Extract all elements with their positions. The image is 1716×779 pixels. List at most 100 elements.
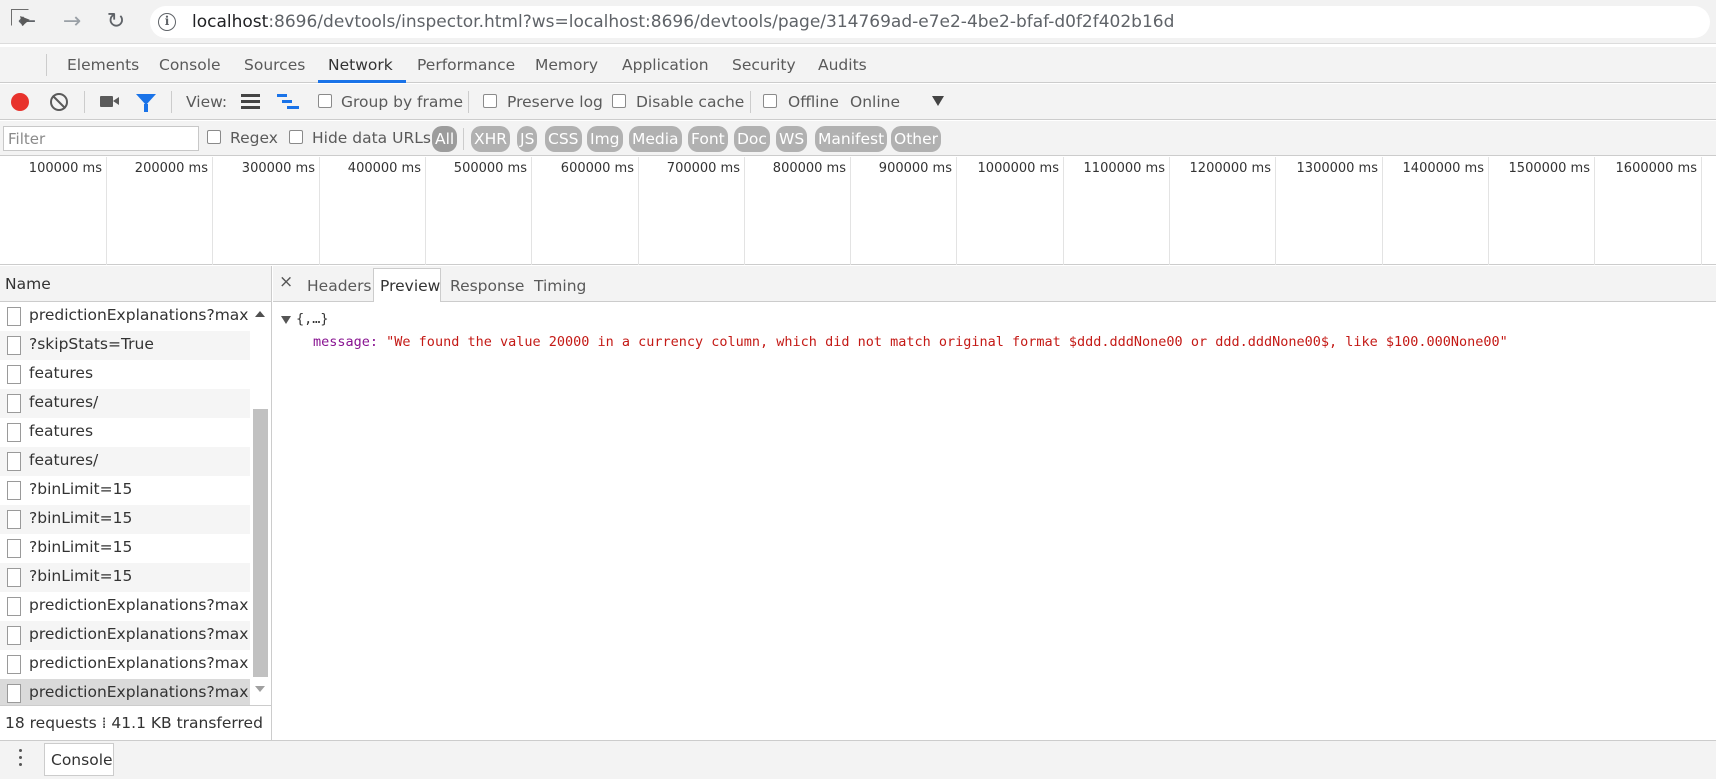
filter-type-js[interactable]: JS	[517, 126, 538, 152]
table-row[interactable]: predictionExplanations?maxCodes=3	[0, 650, 250, 679]
filter-type-css[interactable]: CSS	[545, 126, 582, 152]
expand-triangle-icon[interactable]	[281, 316, 291, 324]
table-row[interactable]: features	[0, 360, 250, 389]
timeline-tick-label: 1400000 ms	[1402, 161, 1484, 176]
group-by-frame-checkbox[interactable]	[318, 94, 332, 108]
toolbar-separator	[750, 91, 751, 113]
filter-input[interactable]	[3, 126, 199, 151]
tab-performance[interactable]: Performance	[417, 56, 515, 74]
request-name: features/	[29, 451, 99, 469]
tab-timing[interactable]: Timing	[534, 277, 586, 295]
filter-type-manifest[interactable]: Manifest	[815, 126, 888, 152]
throttling-select[interactable]: Online	[850, 93, 900, 111]
drawer-tab-console[interactable]: Console	[44, 743, 114, 776]
disable-cache-checkbox[interactable]	[612, 94, 626, 108]
table-row[interactable]: ?binLimit=15	[0, 563, 250, 592]
table-row[interactable]: predictionExplanations?maxCodes=3	[0, 621, 250, 650]
regex-checkbox[interactable]	[207, 130, 221, 144]
request-name: predictionExplanations?maxCodes=3	[29, 625, 249, 643]
network-summary-bar: 18 requests ⁞ 41.1 KB transferred	[0, 705, 272, 740]
timeline-tick-label: 700000 ms	[666, 161, 740, 176]
hide-data-urls-checkbox[interactable]	[289, 130, 303, 144]
chevron-down-icon[interactable]	[932, 96, 944, 106]
tab-memory[interactable]: Memory	[535, 56, 598, 74]
table-row[interactable]: ?binLimit=15	[0, 534, 250, 563]
name-column-header[interactable]: Name	[0, 266, 272, 302]
tab-network[interactable]: Network	[328, 56, 393, 74]
request-file-icon	[7, 655, 21, 674]
timeline-gridline	[1594, 157, 1595, 265]
json-value: "We found the value 20000 in a currency …	[386, 334, 1508, 350]
reload-icon[interactable]: ↻	[104, 10, 128, 34]
tab-sources[interactable]: Sources	[244, 56, 305, 74]
disable-cache-label: Disable cache	[636, 93, 745, 111]
tab-console[interactable]: Console	[159, 56, 221, 74]
request-name: ?binLimit=15	[29, 567, 133, 585]
table-row[interactable]: predictionExplanations?maxCodes=3	[0, 302, 250, 331]
table-row-selected[interactable]: predictionExplanations?maxCodes=3	[0, 679, 250, 708]
filter-type-xhr[interactable]: XHR	[471, 126, 511, 152]
address-bar[interactable]: i localhost:8696/devtools/inspector.html…	[150, 6, 1710, 38]
table-row[interactable]: features/	[0, 389, 250, 418]
close-icon[interactable]: ×	[279, 272, 293, 292]
table-row[interactable]: ?binLimit=15	[0, 505, 250, 534]
more-options-icon[interactable]	[19, 749, 23, 769]
filter-type-img[interactable]: Img	[587, 126, 623, 152]
request-summary: 18 requests ⁞ 41.1 KB transferred	[5, 714, 263, 732]
filter-type-doc[interactable]: Doc	[734, 126, 770, 152]
filter-type-other[interactable]: Other	[891, 126, 942, 152]
filter-type-ws[interactable]: WS	[776, 126, 808, 152]
request-file-icon	[7, 394, 21, 413]
toolbar-separator	[171, 91, 172, 113]
offline-label: Offline	[788, 93, 839, 111]
request-file-icon	[7, 684, 21, 703]
offline-checkbox[interactable]	[763, 94, 777, 108]
tab-headers[interactable]: Headers	[307, 277, 372, 295]
tab-application[interactable]: Application	[622, 56, 709, 74]
large-rows-icon[interactable]	[241, 94, 260, 109]
record-icon[interactable]	[11, 93, 29, 111]
request-file-icon	[7, 452, 21, 471]
timeline-tick-label: 1100000 ms	[1083, 161, 1165, 176]
timeline-tick-label: 900000 ms	[878, 161, 952, 176]
request-list: predictionExplanations?maxCodes=3 ?skipS…	[0, 302, 272, 708]
filter-type-font[interactable]: Font	[688, 126, 728, 152]
filter-icon[interactable]	[136, 94, 156, 112]
request-name: features	[29, 364, 94, 382]
forward-arrow-icon[interactable]: →	[60, 10, 84, 34]
request-name: predictionExplanations?maxCodes=3	[29, 654, 249, 672]
tab-response[interactable]: Response	[450, 277, 524, 295]
capture-screenshots-icon[interactable]	[100, 96, 119, 107]
request-file-icon	[7, 539, 21, 558]
table-row[interactable]: ?binLimit=15	[0, 476, 250, 505]
view-label: View:	[186, 93, 228, 111]
info-icon[interactable]: i	[158, 13, 176, 31]
inspect-element-icon[interactable]	[11, 9, 29, 26]
overview-icon[interactable]	[277, 94, 299, 110]
table-row[interactable]: ?skipStats=True	[0, 331, 250, 360]
regex-label: Regex	[230, 129, 278, 147]
tab-preview[interactable]: Preview	[380, 277, 440, 295]
json-root[interactable]: {,…}	[296, 311, 329, 327]
table-row[interactable]: features	[0, 418, 250, 447]
filter-type-all[interactable]: All	[432, 126, 458, 152]
tab-security[interactable]: Security	[732, 56, 796, 74]
response-preview	[273, 302, 1716, 740]
scroll-down-icon[interactable]	[255, 686, 265, 692]
filter-type-media[interactable]: Media	[629, 126, 682, 152]
table-row[interactable]: predictionExplanations?maxCodes=3	[0, 592, 250, 621]
preserve-log-checkbox[interactable]	[483, 94, 497, 108]
scrollbar-thumb[interactable]	[253, 409, 268, 677]
tab-audits[interactable]: Audits	[818, 56, 867, 74]
tab-elements[interactable]: Elements	[67, 56, 139, 74]
table-row[interactable]: features/	[0, 447, 250, 476]
request-name: features	[29, 422, 94, 440]
timeline-gridline	[638, 157, 639, 265]
request-file-icon	[7, 481, 21, 500]
request-file-icon	[7, 307, 21, 326]
request-name: predictionExplanations?maxCodes=3	[29, 683, 249, 701]
clear-icon[interactable]	[50, 93, 68, 111]
timeline-gridline	[956, 157, 957, 265]
timeline-tick-label: 300000 ms	[241, 161, 315, 176]
scroll-up-icon[interactable]	[255, 311, 265, 317]
